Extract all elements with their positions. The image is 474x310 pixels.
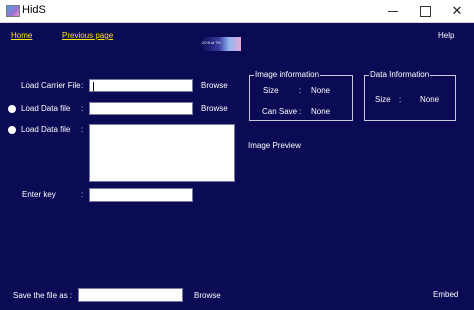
maximize-button[interactable] xyxy=(410,0,440,22)
minimize-icon xyxy=(388,10,398,12)
data-file-colon: : xyxy=(81,104,84,113)
image-size-label: Size xyxy=(263,86,279,95)
embed-button[interactable]: Embed xyxy=(433,290,458,299)
data-size-label: Size xyxy=(375,95,391,104)
app-icon xyxy=(6,5,20,17)
image-info-group: Image information Size : None Can Save :… xyxy=(249,70,353,121)
home-link[interactable]: Home xyxy=(11,31,32,40)
browse-save-button[interactable]: Browse xyxy=(194,291,221,300)
previous-page-link[interactable]: Previous page xyxy=(62,31,113,40)
carrier-file-input[interactable] xyxy=(89,79,193,92)
can-save-label: Can Save xyxy=(262,107,298,116)
data-size-colon: : xyxy=(399,95,402,104)
data-size-value: None xyxy=(420,95,440,104)
key-colon: : xyxy=(81,190,84,199)
main-panel: Home Previous page 20 ft of 7H Help Load… xyxy=(0,23,474,310)
image-size-colon: : xyxy=(299,86,302,95)
can-save-colon: : xyxy=(299,107,302,116)
carrier-colon: : xyxy=(81,81,84,90)
help-link[interactable]: Help xyxy=(438,31,454,40)
browse-data-button[interactable]: Browse xyxy=(201,104,228,113)
save-path-input[interactable] xyxy=(78,288,183,302)
can-save-value: None xyxy=(311,107,331,116)
browse-carrier-button[interactable]: Browse xyxy=(201,81,228,90)
image-size-value: None xyxy=(311,86,331,95)
minimize-button[interactable] xyxy=(378,0,408,22)
logo-text: 20 ft of 7H xyxy=(202,40,221,45)
data-text-colon: : xyxy=(81,125,84,134)
title-bar: HidS ✕ xyxy=(0,0,474,23)
text-caret xyxy=(93,82,94,91)
data-text-label: Load Data file xyxy=(21,125,71,134)
data-file-input[interactable] xyxy=(89,102,193,115)
close-icon: ✕ xyxy=(451,3,463,18)
data-file-label: Load Data file xyxy=(21,104,71,113)
image-info-title: Image information xyxy=(254,70,321,79)
save-as-label: Save the file as : xyxy=(13,291,73,300)
carrier-file-label: Load Carrier File xyxy=(21,81,81,90)
app-logo: 20 ft of 7H xyxy=(201,37,241,51)
enter-key-label: Enter key xyxy=(22,190,56,199)
data-info-title: Data Information xyxy=(369,70,431,79)
close-button[interactable]: ✕ xyxy=(442,0,472,22)
window-title: HidS xyxy=(22,4,46,16)
image-preview-label: Image Preview xyxy=(248,141,301,150)
data-text-radio[interactable] xyxy=(8,126,16,134)
key-input[interactable] xyxy=(89,188,193,202)
maximize-icon xyxy=(419,5,431,17)
data-textarea[interactable] xyxy=(89,124,235,182)
data-info-group: Data Information Size : None xyxy=(364,70,456,121)
data-file-radio[interactable] xyxy=(8,105,16,113)
